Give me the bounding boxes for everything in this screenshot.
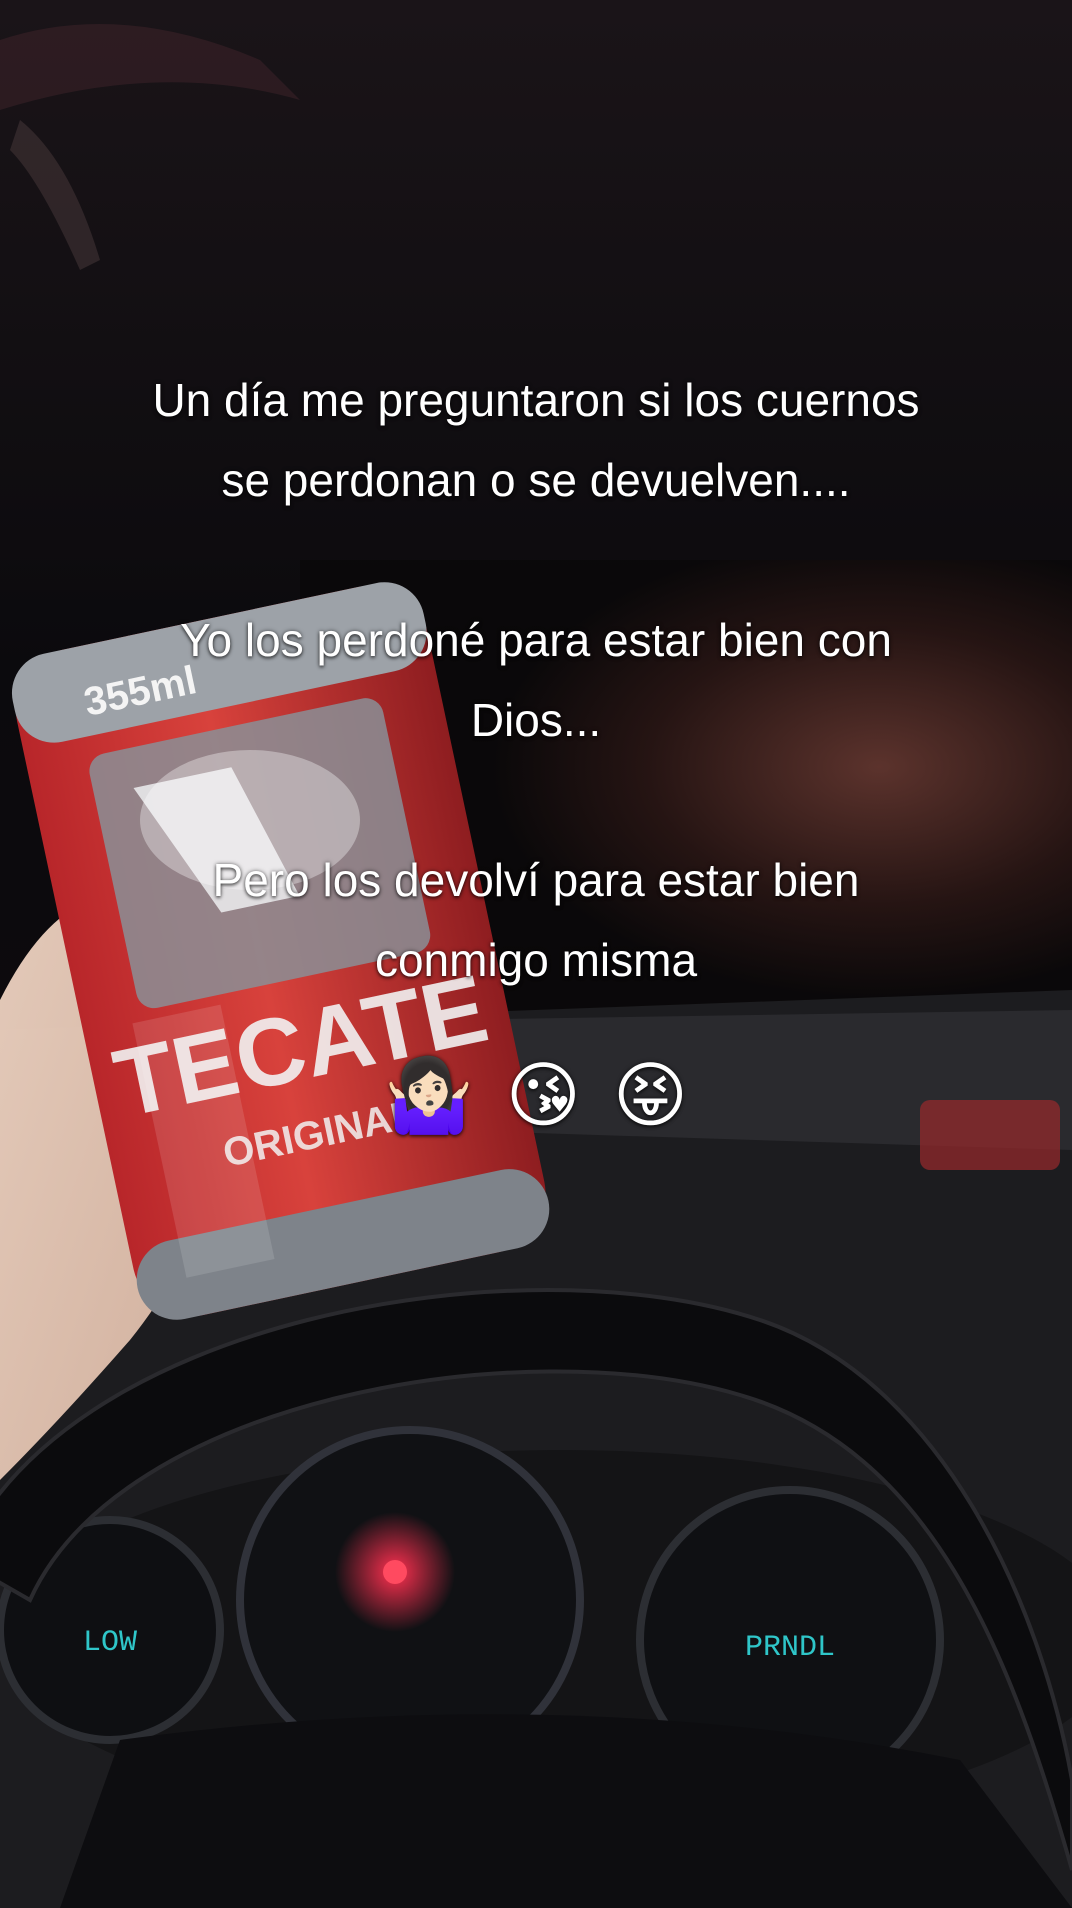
caption-gap xyxy=(0,520,1072,600)
kiss-emoji-icon: 😘 xyxy=(505,1056,581,1136)
caption-gap-2 xyxy=(0,760,1072,840)
emoji-row: 🤷🏻‍♀️ 😘 😝 xyxy=(0,1048,1072,1144)
caption-line-4: Dios... xyxy=(470,694,602,746)
shrug-emoji-icon: 🤷🏻‍♀️ xyxy=(384,1056,474,1136)
caption-line-3: Yo los perdoné para estar bien con xyxy=(180,614,892,666)
caption-overlay: Un día me preguntaron si los cuernos se … xyxy=(0,360,1072,1144)
left-gauge-readout: LOW xyxy=(83,1626,137,1660)
tongue-emoji-icon: 😝 xyxy=(612,1056,688,1136)
right-gauge-readout: PRNDL xyxy=(745,1631,835,1665)
red-indicator xyxy=(383,1560,407,1584)
caption-line-6: conmigo misma xyxy=(374,934,698,986)
caption-line-5: Pero los devolví para estar bien xyxy=(212,854,860,906)
caption-line-1: Un día me preguntaron si los cuernos xyxy=(152,374,920,426)
caption-line-2: se perdonan o se devuelven.... xyxy=(221,454,851,506)
